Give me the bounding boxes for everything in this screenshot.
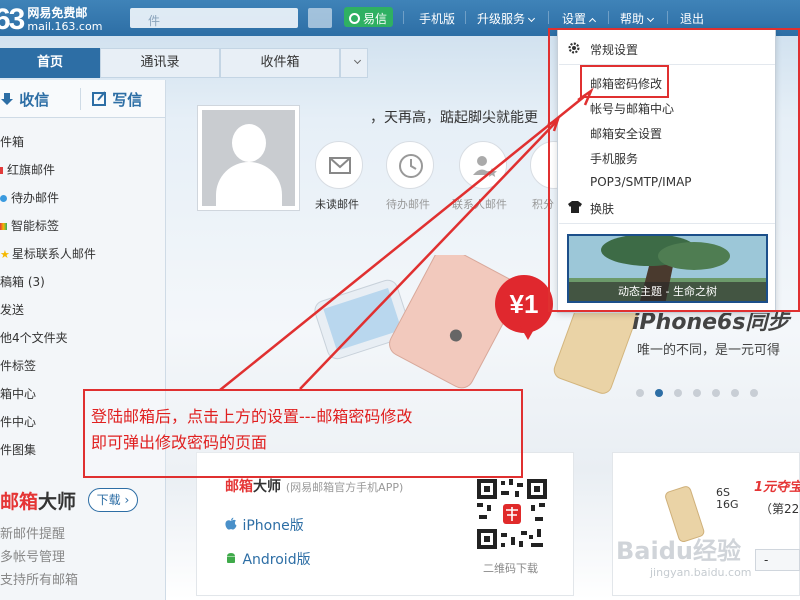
logout-link[interactable]: 退出 — [680, 10, 704, 27]
offer-round: （第2284 — [760, 502, 800, 516]
clock-icon — [0, 195, 7, 202]
sidebar-item-star-contacts[interactable]: ★ 星标联系人邮件 — [0, 245, 96, 262]
carousel-dot[interactable] — [731, 389, 739, 397]
yixin-icon — [349, 12, 360, 24]
watermark-url: jingyan.baidu.com — [650, 566, 752, 579]
carousel-dot[interactable] — [750, 389, 758, 397]
promo-subtitle: 唯一的不同，是一元可得 — [637, 343, 781, 358]
sidebar-item-todo[interactable]: 待办邮件 — [0, 189, 59, 206]
contact-mail-button[interactable] — [459, 141, 507, 189]
logo-title: 网易免费邮 — [27, 6, 88, 20]
android-icon — [227, 553, 235, 563]
download-button[interactable]: 下载 › — [88, 488, 138, 512]
settings-link[interactable]: 设置 — [562, 10, 597, 27]
divider — [403, 11, 404, 24]
tab-bar: 首页 通讯录 收件箱 — [0, 48, 370, 78]
compose-button[interactable]: 写信 — [92, 89, 142, 110]
upgrade-link[interactable]: 升级服务 — [477, 10, 536, 27]
sidebar-item-mailbox-center[interactable]: 箱中心 — [0, 385, 36, 402]
search-fragment: 件 — [148, 14, 161, 28]
chevron-up-icon — [588, 17, 597, 26]
annotation-line-1: 登陆邮箱后，点击上方的设置---邮箱密码修改 — [91, 407, 413, 426]
tag-icon — [0, 223, 7, 230]
mail-master-title: 邮箱大师 — [0, 492, 77, 513]
receive-icon — [1, 93, 13, 105]
feature-all-mailboxes: 支持所有邮箱 — [0, 573, 79, 588]
todo-mail-label: 待办邮件 — [386, 198, 430, 211]
tab-home[interactable]: 首页 — [0, 48, 100, 78]
flag-icon — [0, 167, 3, 174]
sidebar-item-flagged[interactable]: 红旗邮件 — [0, 161, 55, 178]
sidebar-item-file-center[interactable]: 件中心 — [0, 413, 36, 430]
logo[interactable]: 63 网易免费邮 mail.163.com — [0, 3, 102, 37]
sidebar-item-other-folders[interactable]: 他4个文件夹 — [0, 329, 68, 346]
blurred-area — [308, 8, 332, 28]
contact-mail-label: 联系人邮件 — [452, 198, 507, 211]
tab-dropdown[interactable] — [340, 48, 368, 78]
feature-new-mail: 新邮件提醒 — [0, 527, 66, 542]
qr-code — [475, 477, 549, 551]
memory-spec: 6S 16G — [716, 486, 739, 511]
sidebar: 收信 写信 件箱 红旗邮件 待办邮件 智能标签 ★ 星标联系人邮件 稿箱 (3) … — [0, 80, 166, 600]
mobile-link[interactable]: 手机版 — [419, 10, 455, 27]
carousel-dot[interactable] — [693, 389, 701, 397]
chevron-down-icon — [353, 56, 362, 65]
sidebar-item-inbox[interactable]: 件箱 — [0, 133, 24, 150]
tab-contacts[interactable]: 通讯录 — [100, 48, 220, 78]
chevron-down-icon — [646, 14, 655, 23]
todo-mail-button[interactable] — [386, 141, 434, 189]
android-download-link[interactable]: Android版 — [224, 549, 311, 569]
sidebar-item-sent[interactable]: 发送 — [0, 301, 24, 318]
quantity-stepper[interactable]: - — [755, 549, 800, 571]
price-badge: ¥1 — [495, 275, 553, 333]
divider — [608, 11, 609, 24]
chevron-down-icon — [527, 14, 536, 23]
divider — [548, 11, 549, 24]
logo-domain: mail.163.com — [27, 20, 103, 33]
ios-download-link[interactable]: iPhone版 — [224, 515, 304, 535]
sidebar-item-attachment-gallery[interactable]: 件图集 — [0, 441, 36, 458]
feature-multi-account: 多帐号管理 — [0, 550, 66, 565]
qr-caption: 二维码下载 — [483, 562, 538, 575]
contact-star-icon — [473, 156, 497, 177]
highlight-password-item — [580, 65, 669, 98]
greeting: ，天再高，踮起脚尖就能更 — [370, 110, 538, 126]
carousel-dots — [636, 389, 758, 397]
sidebar-item-smart-tags[interactable]: 智能标签 — [0, 217, 59, 234]
tab-inbox[interactable]: 收件箱 — [220, 48, 340, 78]
apple-icon — [225, 517, 237, 530]
divider — [465, 11, 466, 24]
annotation-line-2: 即可弹出修改密码的页面 — [91, 433, 268, 452]
offer-title: 1元夺宝 — [754, 480, 800, 495]
avatar[interactable] — [197, 105, 300, 211]
carousel-dot[interactable] — [636, 389, 644, 397]
divider — [667, 11, 668, 24]
watermark: Baidu经验 — [616, 537, 741, 565]
carousel-dot[interactable] — [655, 389, 663, 397]
receive-button[interactable]: 收信 — [0, 89, 49, 110]
annotation-box: 登陆邮箱后，点击上方的设置---邮箱密码修改 即可弹出修改密码的页面 — [83, 389, 523, 478]
compose-icon — [92, 91, 106, 106]
yixin-button[interactable]: 易信 — [344, 7, 394, 27]
carousel-dot[interactable] — [712, 389, 720, 397]
help-link[interactable]: 帮助 — [620, 10, 655, 27]
app-card-title: 邮箱大师 (网易邮箱官方手机APP) — [225, 479, 404, 495]
logo-number: 63 — [0, 3, 25, 36]
yixin-label: 易信 — [363, 11, 388, 26]
carousel-dot[interactable] — [674, 389, 682, 397]
sidebar-item-mail-tags[interactable]: 件标签 — [0, 357, 36, 374]
unread-mail-button[interactable] — [315, 141, 363, 189]
sidebar-item-drafts[interactable]: 稿箱 (3) — [0, 273, 45, 290]
star-icon: ★ — [0, 248, 10, 261]
envelope-icon — [329, 157, 351, 174]
clock-icon — [399, 154, 423, 178]
unread-mail-label: 未读邮件 — [315, 198, 359, 211]
